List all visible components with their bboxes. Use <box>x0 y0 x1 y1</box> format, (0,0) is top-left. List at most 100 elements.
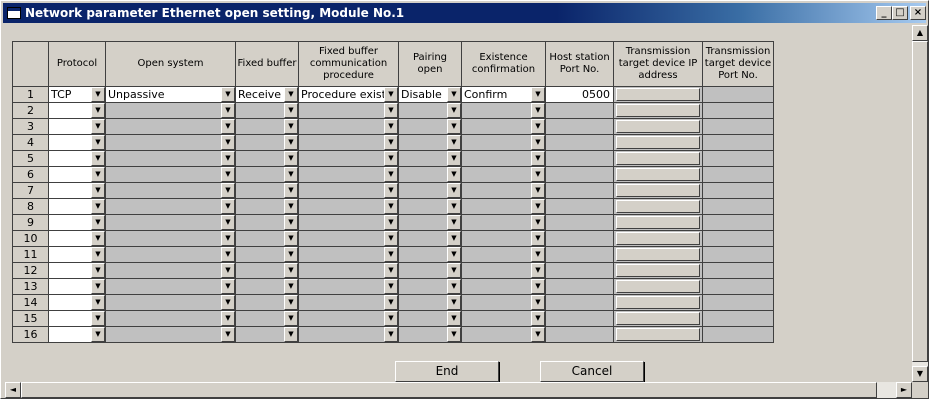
chevron-down-icon[interactable]: ▼ <box>221 311 235 326</box>
horizontal-scroll-thumb[interactable] <box>21 382 877 398</box>
chevron-down-icon[interactable]: ▼ <box>447 279 461 294</box>
ip-address-button[interactable] <box>616 184 700 197</box>
target-port-field[interactable] <box>703 327 773 342</box>
fixed-buffer-dropdown[interactable]: ▼ <box>236 231 298 246</box>
open-system-dropdown[interactable]: ▼ <box>106 215 235 230</box>
chevron-down-icon[interactable]: ▼ <box>384 295 398 310</box>
host-port-field[interactable] <box>546 279 613 294</box>
chevron-down-icon[interactable]: ▼ <box>91 279 105 294</box>
protocol-dropdown[interactable]: ▼ <box>49 119 105 134</box>
chevron-down-icon[interactable]: ▼ <box>284 151 298 166</box>
procedure-dropdown[interactable]: ▼ <box>299 327 398 342</box>
chevron-down-icon[interactable]: ▼ <box>384 119 398 134</box>
title-bar[interactable]: Network parameter Ethernet open setting,… <box>3 3 926 23</box>
pairing-open-dropdown[interactable]: ▼ <box>399 247 461 262</box>
fixed-buffer-dropdown[interactable]: ▼ <box>236 103 298 118</box>
chevron-down-icon[interactable]: ▼ <box>91 183 105 198</box>
procedure-dropdown[interactable]: ▼ <box>299 119 398 134</box>
chevron-down-icon[interactable]: ▼ <box>91 295 105 310</box>
ip-address-cell[interactable] <box>614 247 702 262</box>
chevron-down-icon[interactable]: ▼ <box>91 151 105 166</box>
fixed-buffer-dropdown[interactable]: ▼ <box>236 167 298 182</box>
ip-address-button[interactable] <box>616 136 700 149</box>
fixed-buffer-dropdown[interactable]: ▼ <box>236 183 298 198</box>
protocol-dropdown[interactable]: TCP ▼ <box>49 87 105 102</box>
chevron-down-icon[interactable]: ▼ <box>384 167 398 182</box>
procedure-dropdown[interactable]: ▼ <box>299 183 398 198</box>
open-system-dropdown[interactable]: ▼ <box>106 151 235 166</box>
target-port-field[interactable] <box>703 119 773 134</box>
ip-address-cell[interactable] <box>614 135 702 150</box>
ip-address-cell[interactable] <box>614 263 702 278</box>
chevron-down-icon[interactable]: ▼ <box>384 135 398 150</box>
procedure-dropdown[interactable]: ▼ <box>299 151 398 166</box>
chevron-down-icon[interactable]: ▼ <box>91 231 105 246</box>
chevron-down-icon[interactable]: ▼ <box>531 263 545 278</box>
existence-confirmation-dropdown[interactable]: ▼ <box>462 295 545 310</box>
pairing-open-dropdown[interactable]: ▼ <box>399 119 461 134</box>
host-port-field[interactable] <box>546 183 613 198</box>
protocol-dropdown[interactable]: ▼ <box>49 263 105 278</box>
procedure-dropdown[interactable]: ▼ <box>299 279 398 294</box>
existence-confirmation-dropdown[interactable]: ▼ <box>462 279 545 294</box>
chevron-down-icon[interactable]: ▼ <box>531 231 545 246</box>
existence-confirmation-dropdown[interactable]: ▼ <box>462 231 545 246</box>
ip-address-cell[interactable] <box>614 295 702 310</box>
open-system-dropdown[interactable]: ▼ <box>106 327 235 342</box>
chevron-down-icon[interactable]: ▼ <box>531 135 545 150</box>
pairing-open-dropdown[interactable]: ▼ <box>399 167 461 182</box>
chevron-down-icon[interactable]: ▼ <box>284 295 298 310</box>
chevron-down-icon[interactable]: ▼ <box>221 263 235 278</box>
host-port-field[interactable]: 0500 <box>546 87 613 102</box>
chevron-down-icon[interactable]: ▼ <box>284 167 298 182</box>
target-port-field[interactable] <box>703 311 773 326</box>
existence-confirmation-dropdown[interactable]: ▼ <box>462 183 545 198</box>
maximize-button[interactable]: □ <box>892 6 908 20</box>
open-system-dropdown[interactable]: ▼ <box>106 295 235 310</box>
chevron-down-icon[interactable]: ▼ <box>91 103 105 118</box>
chevron-down-icon[interactable]: ▼ <box>221 295 235 310</box>
chevron-down-icon[interactable]: ▼ <box>531 311 545 326</box>
ip-address-button[interactable] <box>616 88 700 101</box>
fixed-buffer-dropdown[interactable]: ▼ <box>236 263 298 278</box>
procedure-dropdown[interactable]: ▼ <box>299 199 398 214</box>
ip-address-button[interactable] <box>616 152 700 165</box>
host-port-field[interactable] <box>546 103 613 118</box>
target-port-field[interactable] <box>703 279 773 294</box>
chevron-down-icon[interactable]: ▼ <box>531 327 545 342</box>
open-system-dropdown[interactable]: ▼ <box>106 231 235 246</box>
protocol-dropdown[interactable]: ▼ <box>49 151 105 166</box>
pairing-open-dropdown[interactable]: ▼ <box>399 183 461 198</box>
protocol-dropdown[interactable]: ▼ <box>49 231 105 246</box>
chevron-down-icon[interactable]: ▼ <box>221 327 235 342</box>
chevron-down-icon[interactable]: ▼ <box>284 215 298 230</box>
target-port-field[interactable] <box>703 231 773 246</box>
procedure-dropdown[interactable]: ▼ <box>299 263 398 278</box>
fixed-buffer-dropdown[interactable]: ▼ <box>236 135 298 150</box>
horizontal-scrollbar[interactable]: ◄ ► <box>5 382 912 398</box>
host-port-field[interactable] <box>546 295 613 310</box>
target-port-field[interactable] <box>703 151 773 166</box>
chevron-down-icon[interactable]: ▼ <box>384 263 398 278</box>
ip-address-button[interactable] <box>616 104 700 117</box>
procedure-dropdown[interactable]: ▼ <box>299 215 398 230</box>
chevron-down-icon[interactable]: ▼ <box>531 295 545 310</box>
chevron-down-icon[interactable]: ▼ <box>384 87 398 102</box>
protocol-dropdown[interactable]: ▼ <box>49 247 105 262</box>
open-system-dropdown[interactable]: ▼ <box>106 311 235 326</box>
chevron-down-icon[interactable]: ▼ <box>221 183 235 198</box>
host-port-field[interactable] <box>546 135 613 150</box>
existence-confirmation-dropdown[interactable]: ▼ <box>462 119 545 134</box>
chevron-down-icon[interactable]: ▼ <box>384 103 398 118</box>
chevron-down-icon[interactable]: ▼ <box>284 327 298 342</box>
ip-address-cell[interactable] <box>614 231 702 246</box>
chevron-down-icon[interactable]: ▼ <box>284 199 298 214</box>
target-port-field[interactable] <box>703 215 773 230</box>
ip-address-button[interactable] <box>616 200 700 213</box>
existence-confirmation-dropdown[interactable]: ▼ <box>462 247 545 262</box>
scroll-down-icon[interactable]: ▼ <box>912 366 928 382</box>
chevron-down-icon[interactable]: ▼ <box>531 151 545 166</box>
existence-confirmation-dropdown[interactable]: ▼ <box>462 103 545 118</box>
pairing-open-dropdown[interactable]: ▼ <box>399 327 461 342</box>
chevron-down-icon[interactable]: ▼ <box>91 327 105 342</box>
